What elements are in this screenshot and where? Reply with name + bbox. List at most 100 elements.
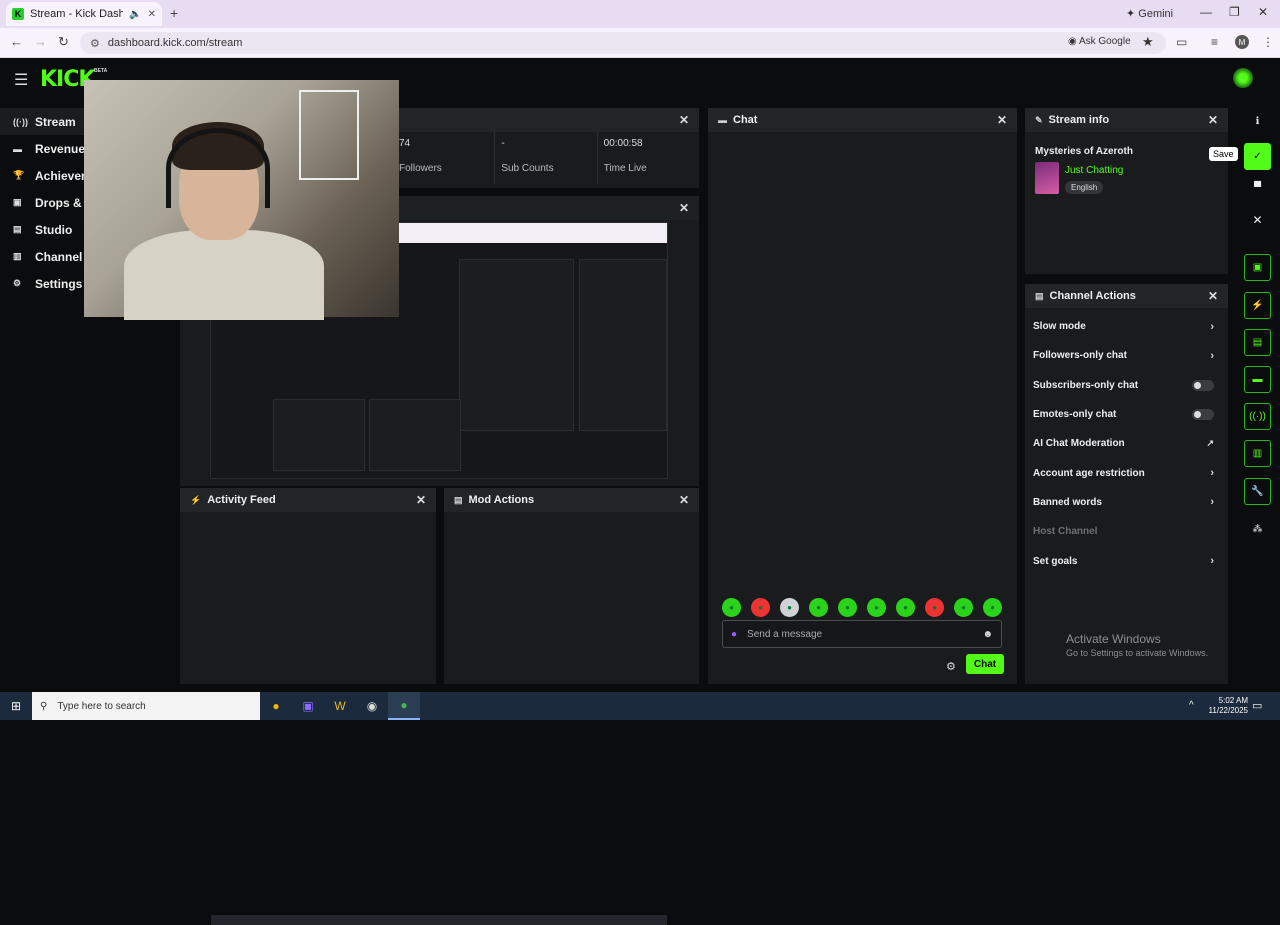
followers-only-row[interactable]: Followers-only chat › [1025,341,1228,370]
save-button[interactable]: ✓ [1244,143,1271,170]
emote-icon[interactable]: ● [838,598,857,617]
time-live-value: 00:00:58 [603,138,643,149]
ask-google-button[interactable]: ◉ Ask Google [1068,36,1131,47]
broadcast-icon[interactable]: ((·)) [1244,403,1271,430]
layout-icon[interactable]: ▀ [1244,174,1271,201]
chevron-right-icon: › [1210,467,1214,480]
chat-settings-gear-icon[interactable]: ⚙ [946,660,956,673]
bolt-icon[interactable]: ⚡ [1244,292,1271,319]
preview-chat-column [459,259,574,431]
back-icon[interactable]: ← [10,34,23,49]
close-icon[interactable]: ✕ [1208,113,1218,127]
close-icon[interactable]: ✕ [1244,206,1271,233]
sidebar-item-label: Studio [35,222,73,237]
chrome-app-icon[interactable]: ● [260,692,292,720]
hamburger-menu-icon[interactable]: ☰ [14,70,28,90]
subscribers-only-toggle[interactable] [1192,379,1214,391]
close-icon[interactable]: ✕ [679,493,689,507]
wow-app-icon[interactable]: W [324,692,356,720]
reload-icon[interactable]: ↻ [58,34,69,50]
browser-tab[interactable]: K Stream - Kick Dashboard 🔈 ✕ [6,2,162,26]
restore-window-icon[interactable]: ❐ [1229,5,1240,19]
close-tab-icon[interactable]: ✕ [148,9,156,20]
gemini-button[interactable]: ✦ Gemini [1126,7,1173,20]
set-goals-row[interactable]: Set goals › [1025,546,1228,575]
chat-header: ▬ Chat ✕ [708,108,1017,132]
preview-taskbar [211,915,667,925]
tray-expand-icon[interactable]: ^ [1189,700,1194,711]
account-age-row[interactable]: Account age restriction › [1025,458,1228,487]
headphones-icon [166,128,270,208]
stream-title: Mysteries of Azeroth [1035,146,1133,157]
speaker-icon[interactable]: 🔈 [129,9,141,20]
time-live-stat: 00:00:58 Time Live [598,132,699,184]
cast-icon[interactable]: ▭ [1176,35,1187,49]
emotes-only-toggle[interactable] [1192,409,1214,421]
address-bar[interactable]: ⚙ dashboard.kick.com/stream [80,32,1166,54]
emote-icon[interactable]: ● [867,598,886,617]
emoji-picker-icon[interactable]: ☻ [982,629,993,640]
close-window-icon[interactable]: ✕ [1258,5,1268,19]
subscribers-only-row: Subscribers-only chat [1025,371,1228,400]
taskbar-search-placeholder: Type here to search [57,700,146,712]
slow-mode-row[interactable]: Slow mode › [1025,312,1228,341]
banned-words-row[interactable]: Banned words › [1025,488,1228,517]
list-icon[interactable]: ▥ [1244,440,1271,467]
emotes-only-row: Emotes-only chat [1025,400,1228,429]
emote-icon[interactable]: ● [954,598,973,617]
close-icon[interactable]: ✕ [679,113,689,127]
windows-start-icon[interactable]: ⊞ [0,699,32,713]
add-widget-icon[interactable]: ⁂ [1244,516,1271,543]
close-icon[interactable]: ✕ [1208,289,1218,303]
chat-bubble-icon[interactable]: ▬ [1244,366,1271,393]
reading-list-icon[interactable]: ≡ [1211,35,1218,49]
minimize-window-icon[interactable]: — [1200,5,1212,19]
microphone-icon[interactable]: ● [731,629,737,640]
user-avatar[interactable] [1233,68,1253,88]
chat-input[interactable]: ● Send a message ☻ [722,620,1002,648]
close-icon[interactable]: ✕ [416,493,426,507]
followers-value: 74 [399,138,411,149]
profile-avatar[interactable]: M [1235,35,1249,49]
forward-icon[interactable]: → [34,34,47,49]
clock[interactable]: 5:02 AM 11/22/2025 [1209,696,1248,716]
panel-title: Stream info [1048,114,1110,126]
menu-kebab-icon[interactable]: ⋮ [1262,35,1274,49]
site-info-icon[interactable]: ⚙ [90,37,100,50]
channel-actions-panel: ▤ Channel Actions ✕ Slow mode › Followers… [1025,284,1228,684]
emote-icon[interactable]: ● [780,598,799,617]
chat-messages[interactable] [708,132,1017,592]
notifications-icon[interactable]: ▭ [1252,699,1262,712]
emote-icon[interactable]: ● [809,598,828,617]
document-icon[interactable]: ▤ [1244,329,1271,356]
list-icon: ▤ [1035,290,1044,301]
panel-title: Channel Actions [1049,290,1136,302]
screen-icon[interactable]: ▣ [1244,254,1271,281]
wrench-icon[interactable]: 🔧 [1244,478,1271,505]
category-link[interactable]: Just Chatting [1065,165,1123,176]
send-chat-button[interactable]: Chat [966,654,1004,674]
sub-count-stat: - Sub Counts [495,132,598,184]
emote-icon[interactable]: ● [925,598,944,617]
emote-icon[interactable]: ● [751,598,770,617]
bookmark-star-icon[interactable]: ★ [1142,34,1154,50]
taskbar-search[interactable]: ⚲ Type here to search [32,692,260,720]
new-tab-button[interactable]: + [170,5,178,21]
emote-icon[interactable]: ● [896,598,915,617]
clock-time: 5:02 AM [1218,696,1248,705]
chrome-active-app-icon[interactable]: ● [388,692,420,720]
obs-app-icon[interactable]: ◉ [356,692,388,720]
sidebar-item-label: Revenue [35,141,86,156]
emote-icon[interactable]: ● [722,598,741,617]
time-live-label: Time Live [603,163,647,174]
stream-info-header: ✎ Stream info ✕ [1025,108,1228,132]
app-icon[interactable]: ▣ [292,692,324,720]
close-icon[interactable]: ✕ [679,201,689,215]
close-icon[interactable]: ✕ [997,113,1007,127]
gift-icon: ▣ [13,197,22,207]
info-icon[interactable]: ℹ [1244,108,1271,135]
mod-actions-header: ▤ Mod Actions ✕ [444,488,699,512]
activity-feed-header: ⚡ Activity Feed ✕ [180,488,436,512]
ai-moderation-row[interactable]: AI Chat Moderation ↗ [1025,429,1228,458]
emote-icon[interactable]: ● [983,598,1002,617]
